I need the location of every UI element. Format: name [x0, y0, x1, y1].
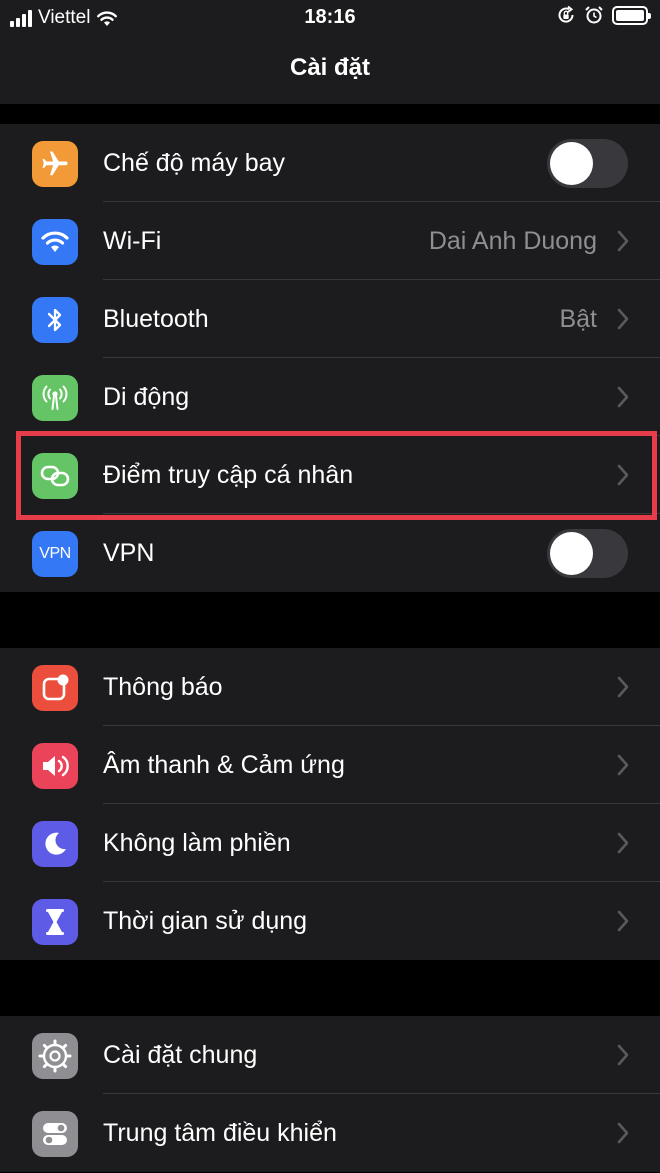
chevron-right-icon [617, 676, 629, 698]
row-label: Bluetooth [103, 305, 209, 333]
chevron-right-icon [617, 1044, 629, 1066]
row-value: Bật [559, 305, 597, 333]
settings-row-wi-fi[interactable]: Wi-Fi Dai Anh Duong [0, 202, 660, 280]
battery-level [616, 9, 644, 21]
chevron-right-icon [617, 832, 629, 854]
chevron-right-icon [617, 308, 629, 330]
status-right [556, 5, 651, 25]
chevron-right-icon [617, 464, 629, 486]
row-label: Thời gian sử dụng [103, 907, 308, 935]
settings-row-diem-truy-cap-ca-nhan[interactable]: Điểm truy cập cá nhân [0, 436, 660, 514]
row-label: Chế độ máy bay [103, 149, 286, 177]
chevron-right-icon [617, 1122, 629, 1144]
settings-row-khong-lam-phien[interactable]: Không làm phiền [0, 804, 660, 882]
bluetooth-icon [32, 297, 78, 343]
wifi-icon [32, 219, 78, 265]
row-label: VPN [103, 539, 155, 567]
settings-row-trung-tam-dieu-khien[interactable]: Trung tâm điều khiển [0, 1094, 660, 1172]
gear-icon [32, 1033, 78, 1079]
settings-row-di-dong[interactable]: Di động [0, 358, 660, 436]
cellular-icon [32, 375, 78, 421]
airplane-icon [32, 141, 78, 187]
settings-row-bluetooth[interactable]: Bluetooth Bật [0, 280, 660, 358]
row-label: Cài đặt chung [103, 1041, 258, 1069]
chevron-right-icon [617, 754, 629, 776]
settings-row-am-thanh-cam-ung[interactable]: Âm thanh & Cảm ứng [0, 726, 660, 804]
row-label: Âm thanh & Cảm ứng [103, 751, 345, 779]
moon-icon [32, 821, 78, 867]
chevron-right-icon [617, 230, 629, 252]
settings-group: Cài đặt chung Trung tâm điều khiển [0, 1016, 660, 1172]
row-value: Dai Anh Duong [428, 227, 597, 255]
row-label: Wi-Fi [103, 227, 162, 255]
status-bar: Viettel 18:16 [0, 0, 660, 36]
settings-group: Chế độ máy bay Wi-Fi Dai Anh Duong Bluetoot… [0, 124, 660, 592]
che-do-may-bay-toggle[interactable] [547, 139, 628, 188]
hourglass-icon [32, 899, 78, 945]
vpn-icon: VPN [32, 531, 78, 577]
chevron-right-icon [617, 386, 629, 408]
orientation-lock-icon [558, 5, 574, 23]
battery-icon [612, 5, 651, 25]
settings-row-cai-dat-chung[interactable]: Cài đặt chung [0, 1016, 660, 1094]
alarm-icon [585, 6, 603, 24]
row-label: Điểm truy cập cá nhân [103, 461, 354, 489]
settings-group: Thông báo Âm thanh & Cảm ứng Không làm phi… [0, 648, 660, 960]
sound-icon [32, 743, 78, 789]
toggle-knob [550, 532, 593, 575]
nav-bar: Cài đặt [0, 36, 660, 104]
chevron-right-icon [617, 910, 629, 932]
notifications-icon [32, 665, 78, 711]
personal-hotspot-icon [32, 453, 78, 499]
row-label: Di động [103, 383, 190, 411]
page-title: Cài đặt [289, 54, 370, 81]
settings-row-thoi-gian-su-dung[interactable]: Thời gian sử dụng [0, 882, 660, 960]
toggle-knob [550, 142, 593, 185]
control-center-icon [32, 1111, 78, 1157]
row-label: Trung tâm điều khiển [103, 1119, 337, 1147]
settings-row-vpn[interactable]: VPN VPN [0, 514, 660, 592]
row-label: Không làm phiền [103, 829, 291, 857]
settings-row-thong-bao[interactable]: Thông báo [0, 648, 660, 726]
vpn-toggle[interactable] [547, 529, 628, 578]
row-label: Thông báo [103, 673, 223, 701]
settings-row-che-do-may-bay[interactable]: Chế độ máy bay [0, 124, 660, 202]
vpn-icon-text: VPN [39, 545, 71, 562]
